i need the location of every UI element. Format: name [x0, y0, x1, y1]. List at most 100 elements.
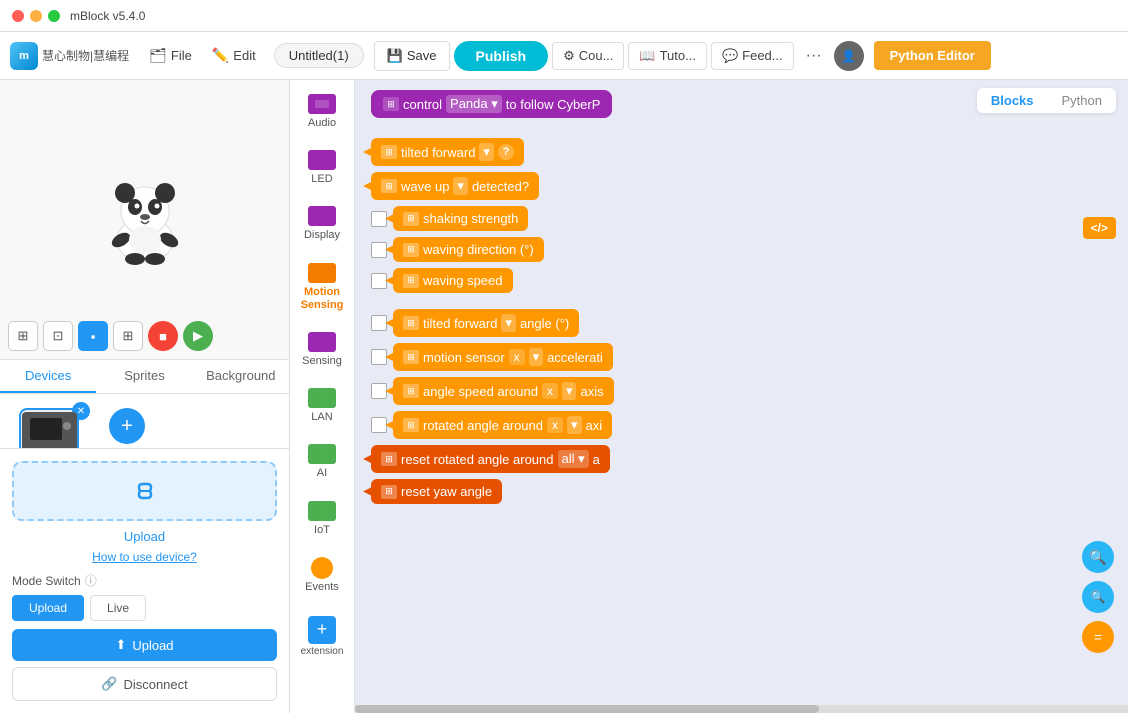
tab-devices[interactable]: Devices	[0, 360, 96, 393]
menubar: m 慧心制物|慧编程 🗂 File ✏️ Edit Untitled(1) 💾 …	[0, 32, 1128, 80]
python-tab[interactable]: Python	[1048, 88, 1116, 113]
code-expand-icon[interactable]: </>	[1083, 217, 1116, 239]
fit-button[interactable]: =	[1082, 621, 1114, 653]
tutorial-button[interactable]: 📖 Tuto...	[628, 42, 707, 70]
add-extension[interactable]: + extension	[301, 610, 344, 657]
block-row-2: ⊞ shaking strength	[371, 206, 1112, 231]
tilted-angle-dropdown[interactable]: ▾	[501, 314, 516, 332]
checkbox-shaking[interactable]	[371, 211, 387, 227]
upload-arrow-icon: ⬆	[115, 637, 126, 653]
block-icon-8: ⊞	[403, 418, 419, 432]
close-button[interactable]	[12, 10, 24, 22]
ext-sensing[interactable]: Sensing	[293, 324, 351, 376]
feedback-button[interactable]: 💬 Feed...	[711, 42, 794, 70]
block-shaking-strength[interactable]: ⊞ shaking strength	[393, 206, 528, 231]
wave-dropdown[interactable]: ▾	[453, 177, 468, 195]
rotated-dropdown[interactable]: ▾	[567, 416, 582, 434]
edit-menu[interactable]: ✏️ Edit	[204, 43, 264, 68]
fit-screen-button[interactable]: ⊞	[8, 321, 38, 351]
upload-link-button[interactable]	[12, 461, 277, 521]
checkbox-waving-dir[interactable]	[371, 242, 387, 258]
horizontal-scrollbar[interactable]	[355, 705, 1128, 713]
ext-events[interactable]: Events	[293, 549, 351, 602]
block-waving-speed[interactable]: ⊞ waving speed	[393, 268, 513, 293]
block-tilted-forward-sensor[interactable]: ⊞ tilted forward ▾ ?	[371, 138, 524, 166]
grid-button[interactable]: ⊞	[113, 321, 143, 351]
all-dropdown[interactable]: all ▾	[558, 450, 589, 468]
ext-led[interactable]: LED	[293, 142, 351, 194]
maximize-button[interactable]	[48, 10, 60, 22]
tab-sprites[interactable]: Sprites	[96, 360, 192, 393]
tutorial-icon: 📖	[639, 48, 655, 64]
how-to-link[interactable]: How to use device?	[12, 550, 277, 564]
help-icon: ⓘ	[85, 572, 97, 589]
python-editor-button[interactable]: Python Editor	[874, 41, 991, 70]
block-tilted-angle[interactable]: ⊞ tilted forward ▾ angle (°)	[393, 309, 579, 337]
checkbox-angle-speed[interactable]	[371, 383, 387, 399]
block-row-9: ⊞ reset rotated angle around all ▾ a	[371, 445, 1112, 473]
block-row-3: ⊞ waving direction (°)	[371, 237, 1112, 262]
zoom-out-button[interactable]: 🔍	[1082, 581, 1114, 613]
save-button[interactable]: 💾 Save	[374, 41, 450, 71]
checkbox-waving-speed[interactable]	[371, 273, 387, 289]
block-waving-direction[interactable]: ⊞ waving direction (°)	[393, 237, 544, 262]
panda-dropdown[interactable]: Panda ▾	[446, 95, 502, 113]
scrollbar-thumb[interactable]	[355, 705, 819, 713]
ext-motion[interactable]: MotionSensing	[293, 255, 351, 320]
course-button[interactable]: ⚙ Cou...	[552, 42, 624, 70]
block-reset-rotated[interactable]: ⊞ reset rotated angle around all ▾ a	[371, 445, 610, 473]
ext-lan[interactable]: LAN	[293, 380, 351, 432]
led-label: LED	[311, 173, 332, 186]
tab-background[interactable]: Background	[193, 360, 289, 393]
ext-display[interactable]: Display	[293, 198, 351, 250]
add-extension-button[interactable]: +	[308, 616, 336, 644]
angle-x-var[interactable]: x	[542, 383, 558, 399]
block-rotated-angle[interactable]: ⊞ rotated angle around x ▾ axi	[393, 411, 612, 439]
motion-dropdown[interactable]: ▾	[529, 348, 544, 366]
block-row-0: ⊞ tilted forward ▾ ?	[371, 138, 1112, 166]
link-icon	[125, 476, 165, 506]
display-label: Display	[304, 229, 340, 242]
control-block[interactable]: ⊞ control Panda ▾ to follow CyberP	[371, 90, 612, 118]
block-motion-sensor[interactable]: ⊞ motion sensor x ▾ accelerati	[393, 343, 613, 371]
upload-main-button[interactable]: ⬆ Upload	[12, 629, 277, 661]
add-device-button[interactable]: +	[109, 408, 145, 444]
tilted-dropdown[interactable]: ▾	[479, 143, 494, 161]
block-angle-speed[interactable]: ⊞ angle speed around x ▾ axis	[393, 377, 614, 405]
disconnect-button[interactable]: 🔗 Disconnect	[12, 667, 277, 701]
extension-label: extension	[301, 646, 344, 657]
block-icon-10: ⊞	[381, 485, 397, 499]
ext-iot[interactable]: IoT	[293, 493, 351, 545]
checkbox-rotated-angle[interactable]	[371, 417, 387, 433]
more-button[interactable]: ···	[798, 42, 830, 70]
checkbox-tilted-angle[interactable]	[371, 315, 387, 331]
rotated-x-var[interactable]: x	[547, 417, 563, 433]
publish-button[interactable]: Publish	[454, 41, 549, 71]
upload-mode-button[interactable]: Upload	[12, 595, 84, 621]
stage-controls: ⊞ ⊡ ▪ ⊞ ■ ▶	[8, 321, 213, 351]
live-mode-button[interactable]: Live	[90, 595, 146, 621]
stop-button[interactable]: ■	[148, 321, 178, 351]
ext-ai[interactable]: AI	[293, 436, 351, 488]
block-icon-3: ⊞	[403, 243, 419, 257]
block-row-10: ⊞ reset yaw angle	[371, 479, 1112, 504]
titlebar: mBlock v5.4.0	[0, 0, 1128, 32]
mode-switch-label: Mode Switch ⓘ	[12, 572, 277, 589]
block-reset-yaw[interactable]: ⊞ reset yaw angle	[371, 479, 502, 504]
normal-view-button[interactable]: ▪	[78, 321, 108, 351]
run-button[interactable]: ▶	[183, 321, 213, 351]
shrink-button[interactable]: ⊡	[43, 321, 73, 351]
window-controls[interactable]	[12, 10, 60, 22]
minimize-button[interactable]	[30, 10, 42, 22]
block-row-4: ⊞ waving speed	[371, 268, 1112, 293]
zoom-in-button[interactable]: 🔍	[1082, 541, 1114, 573]
ext-audio[interactable]: Audio	[293, 86, 351, 138]
angle-dropdown[interactable]: ▾	[562, 382, 577, 400]
project-name[interactable]: Untitled(1)	[274, 43, 364, 68]
add-device[interactable]: + add	[92, 408, 162, 448]
blocks-tab[interactable]: Blocks	[977, 88, 1048, 113]
file-menu[interactable]: 🗂 File	[141, 43, 200, 68]
motion-x-var[interactable]: x	[509, 349, 525, 365]
checkbox-motion-sensor[interactable]	[371, 349, 387, 365]
block-wave-up-sensor[interactable]: ⊞ wave up ▾ detected?	[371, 172, 539, 200]
